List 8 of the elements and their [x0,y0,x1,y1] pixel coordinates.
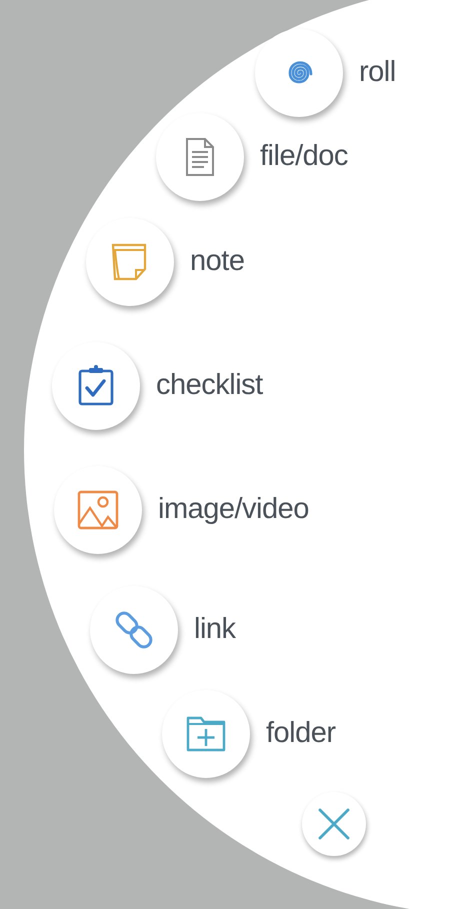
menu-label: checklist [156,368,263,404]
menu-label: image/video [158,492,309,528]
menu-label: note [190,244,244,280]
menu-label: roll [359,55,396,90]
menu-label: file/doc [260,139,348,174]
menu-label: link [194,612,236,648]
menu-label: folder [266,716,336,752]
close-icon [317,807,351,841]
